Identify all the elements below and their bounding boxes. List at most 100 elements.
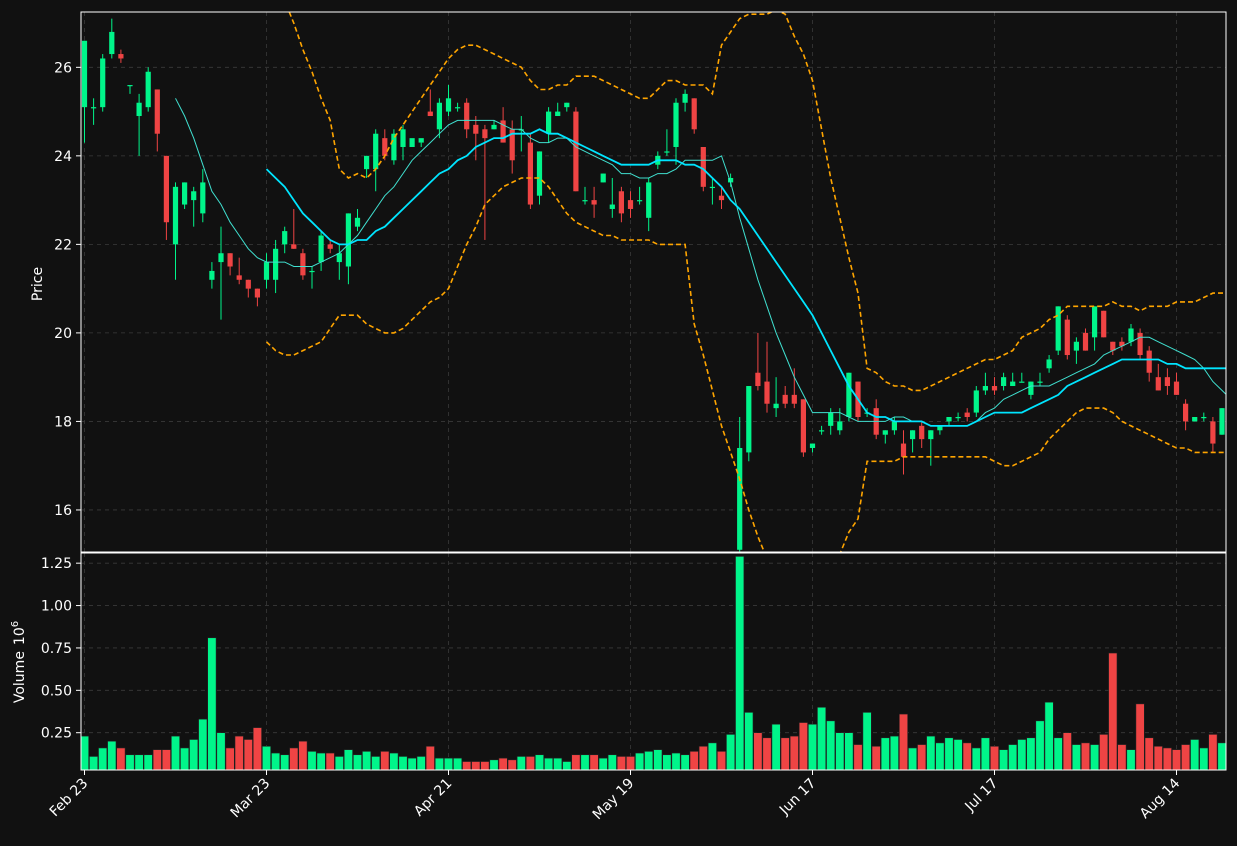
volume-bar <box>498 757 508 770</box>
volume-bar <box>944 737 954 770</box>
candle-body <box>637 200 643 202</box>
volume-bar <box>352 754 362 770</box>
volume-bar <box>698 745 708 770</box>
candle-body <box>391 133 397 161</box>
price-tick-label: 24 <box>54 149 72 165</box>
candle-body <box>928 430 934 440</box>
candle-body <box>746 386 752 453</box>
volume-bar <box>653 749 663 770</box>
volume-bar <box>180 747 190 770</box>
candle-body <box>573 111 579 192</box>
candle-body <box>800 399 806 453</box>
volume-bar <box>671 752 681 770</box>
volume-bar <box>425 745 435 770</box>
candle-body <box>473 124 479 134</box>
volume-bar <box>1181 744 1191 770</box>
candle-body <box>400 129 406 147</box>
volume-bar <box>289 747 299 770</box>
volume-bar <box>1144 737 1154 770</box>
volume-bar <box>125 754 135 770</box>
volume-bar <box>234 735 244 770</box>
volume-bar <box>89 756 99 770</box>
volume-bar <box>999 749 1009 770</box>
volume-bar <box>280 754 290 770</box>
candle-body <box>227 253 233 267</box>
candle-body <box>882 430 888 435</box>
candle-body <box>1183 403 1189 422</box>
volume-bar <box>589 754 599 770</box>
volume-bar <box>553 757 563 770</box>
candle-body <box>891 421 897 431</box>
candle-body <box>782 394 788 404</box>
volume-bar <box>1172 749 1182 770</box>
volume-bar <box>889 735 899 770</box>
volume-bar <box>1035 720 1045 770</box>
candle-body <box>1210 421 1216 444</box>
volume-bar <box>316 752 326 770</box>
candle-body <box>982 386 988 391</box>
candle-body <box>718 195 725 201</box>
volume-bar <box>917 744 927 770</box>
candle-body <box>527 142 533 205</box>
candle-body <box>582 200 588 202</box>
volume-bar <box>817 706 827 770</box>
volume-bar <box>962 742 972 770</box>
volume-tick-label: 0.50 <box>41 683 72 699</box>
volume-bar <box>516 756 526 770</box>
candle-body <box>354 217 361 227</box>
candle-body <box>682 93 688 103</box>
volume-bar <box>662 754 672 770</box>
volume-bar <box>271 752 281 770</box>
candle-body <box>1146 350 1152 373</box>
candle-body <box>1137 332 1143 356</box>
volume-bar <box>989 745 999 770</box>
volume-bar <box>1099 734 1109 770</box>
candle-body <box>646 182 652 218</box>
volume-bar <box>1026 737 1036 770</box>
volume-bar <box>826 720 836 770</box>
volume-bar <box>1053 737 1063 770</box>
candle-body <box>546 111 552 134</box>
candle-body <box>591 200 597 205</box>
candle-body <box>809 443 816 448</box>
volume-bar <box>562 761 572 770</box>
candle-body <box>627 200 634 209</box>
candle-body <box>373 133 379 170</box>
candle-body <box>919 425 925 440</box>
candle-body <box>455 107 461 109</box>
volume-bar <box>1217 742 1226 770</box>
volume-bar <box>1162 747 1172 770</box>
volume-bar <box>1071 744 1081 770</box>
volume-bar <box>525 756 535 770</box>
volume-bar <box>453 757 463 770</box>
volume-bar <box>1126 749 1136 770</box>
volume-bar <box>534 754 544 770</box>
volume-bar <box>225 747 235 770</box>
candle-body <box>482 129 488 139</box>
volume-bar <box>152 749 162 770</box>
volume-bar <box>107 740 117 770</box>
volume-bar <box>853 744 863 770</box>
volume-tick-label: 1.25 <box>41 556 72 572</box>
candle-body <box>791 394 797 404</box>
volume-bar <box>625 756 635 770</box>
volume-bar <box>1090 744 1100 770</box>
volume-bar <box>735 556 745 770</box>
candle-body <box>364 155 370 170</box>
candle-body <box>427 111 433 117</box>
volume-bar <box>789 735 799 770</box>
candle-body <box>673 102 679 147</box>
volume-bar <box>908 747 918 770</box>
volume-bar <box>143 754 153 770</box>
candle-body <box>536 151 543 196</box>
volume-bar <box>1208 734 1218 770</box>
price-tick-label: 22 <box>54 237 72 253</box>
volume-bar <box>1199 747 1209 770</box>
volume-bar <box>544 757 554 770</box>
volume-bar <box>489 759 499 770</box>
volume-bar <box>753 732 763 770</box>
volume-bar <box>1135 703 1145 770</box>
price-tick-label: 20 <box>54 326 72 342</box>
volume-bar <box>680 754 690 770</box>
volume-bar <box>389 752 399 770</box>
